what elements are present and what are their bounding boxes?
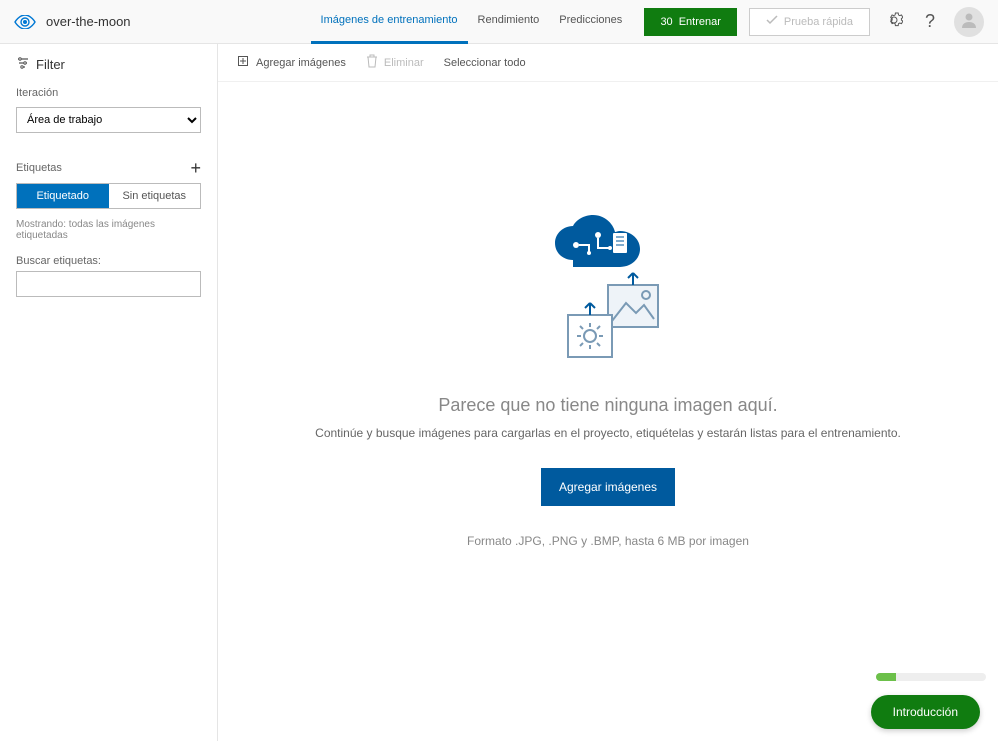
intro-progress-fill [876, 673, 896, 681]
logo-eye-icon [14, 15, 36, 29]
empty-subtitle: Continúe y busque imágenes para cargarla… [315, 426, 901, 440]
body: Filter Iteración Área de trabajo Etiquet… [0, 44, 998, 741]
intro-button[interactable]: Introducción [871, 695, 980, 729]
add-tag-button[interactable]: + [190, 159, 201, 177]
empty-state: Parece que no tiene ninguna imagen aquí.… [218, 22, 998, 741]
empty-illustration [538, 215, 678, 375]
plus-icon: + [190, 158, 201, 178]
tag-filter-toggle: Etiquetado Sin etiquetas [16, 183, 201, 209]
sidebar: Filter Iteración Área de trabajo Etiquet… [0, 44, 218, 741]
tags-header: Etiquetas + [16, 159, 201, 177]
project-name: over-the-moon [46, 14, 151, 29]
tags-label: Etiquetas [16, 162, 62, 174]
content: Agregar imágenes Eliminar Seleccionar to… [218, 44, 998, 741]
empty-title: Parece que no tiene ninguna imagen aquí. [438, 395, 777, 416]
iteration-select[interactable]: Área de trabajo [16, 107, 201, 133]
filter-label: Filter [36, 57, 65, 72]
filter-header: Filter [16, 56, 201, 73]
search-tags-input[interactable] [16, 271, 201, 297]
toggle-untagged[interactable]: Sin etiquetas [109, 184, 201, 208]
intro-progress [876, 673, 986, 681]
showing-text: Mostrando: todas las imágenes etiquetada… [16, 219, 201, 241]
filter-icon [16, 56, 30, 73]
search-tags-label: Buscar etiquetas: [16, 255, 201, 267]
add-images-button[interactable]: Agregar imágenes [541, 468, 675, 506]
iteration-label: Iteración [16, 87, 201, 99]
toggle-tagged[interactable]: Etiquetado [17, 184, 109, 208]
format-hint: Formato .JPG, .PNG y .BMP, hasta 6 MB po… [467, 534, 749, 548]
